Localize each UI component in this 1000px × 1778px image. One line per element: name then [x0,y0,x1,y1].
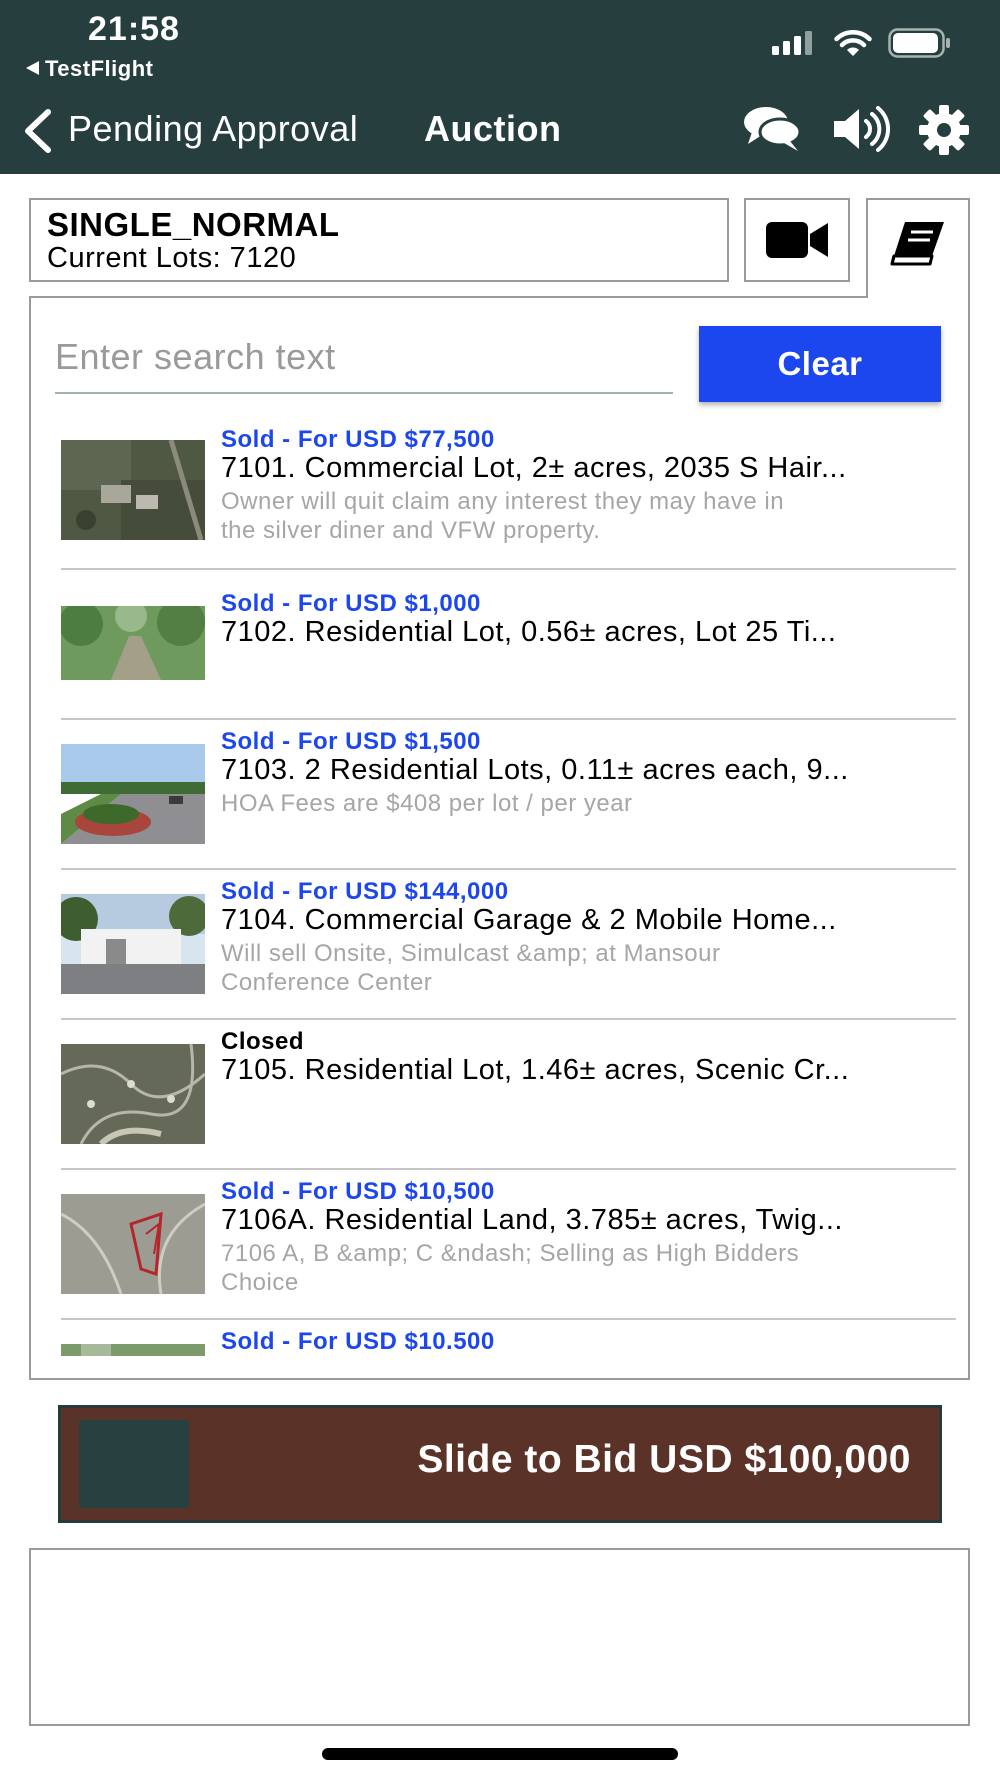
lot-status: Sold - For USD $10.500 [221,1328,495,1355]
catalog-tab[interactable] [866,198,970,298]
wifi-icon [834,29,872,56]
lot-description: Owner will quit claim any interest they … [221,487,951,545]
lot-description-line: Will sell Onsite, Simulcast &amp; at Man… [221,940,721,967]
slide-to-bid-label: Slide to Bid USD $100,000 [417,1438,911,1481]
slide-to-bid-bar[interactable]: Slide to Bid USD $100,000 [58,1405,942,1523]
lot-description-line: HOA Fees are $408 per lot / per year [221,790,633,817]
lot-title: 7104. Commercial Garage & 2 Mobile Home.… [221,904,837,936]
list-item[interactable]: Sold - For USD $10,500 7106A. Residentia… [61,1170,956,1320]
lot-status: Sold - For USD $1,500 [221,728,481,755]
top-bar: 21:58 TestFlight Pending Approval Auctio… [0,0,1000,174]
catalog-book-icon [890,222,944,266]
back-app-label: TestFlight [45,56,154,81]
lot-description: HOA Fees are $408 per lot / per year [221,789,951,818]
video-button[interactable] [744,198,850,282]
back-chevron-icon[interactable] [20,108,56,154]
search-input[interactable] [55,322,673,394]
current-lots-label: Current Lots: 7120 [47,242,297,274]
sale-info-box: SINGLE_NORMAL Current Lots: 7120 [29,198,729,282]
slide-handle[interactable] [79,1420,189,1508]
lot-description-line: 7106 A, B &amp; C &ndash; Selling as Hig… [221,1240,800,1267]
lot-status: Sold - For USD $1,000 [221,590,481,617]
list-item[interactable]: Sold - For USD $77,500 7101. Commercial … [61,420,956,570]
chat-icon[interactable] [742,104,802,154]
lot-title: 7101. Commercial Lot, 2± acres, 2035 S H… [221,452,847,484]
video-camera-icon [766,222,828,258]
lot-thumbnail [61,1044,205,1144]
lot-description-line: Conference Center [221,969,433,996]
lot-status: Sold - For USD $10,500 [221,1178,495,1205]
lot-thumbnail [61,606,205,680]
sale-name: SINGLE_NORMAL [47,206,340,243]
lot-title: 7106A. Residential Land, 3.785± acres, T… [221,1204,843,1236]
lot-description-line: Owner will quit claim any interest they … [221,488,785,515]
back-to-app-link[interactable]: TestFlight [26,56,153,82]
lot-title: 7102. Residential Lot, 0.56± acres, Lot … [221,616,837,648]
list-item[interactable]: Sold - For USD $1,500 7103. 2 Residentia… [61,720,956,870]
lot-description-line: Choice [221,1269,299,1296]
catalog-panel: Clear Sold - For USD $77,500 7101. Comme… [29,296,970,1380]
lot-thumbnail [61,440,205,540]
lot-description: 7106 A, B &amp; C &ndash; Selling as Hig… [221,1239,951,1297]
lot-title: 7105. Residential Lot, 1.46± acres, Scen… [221,1054,850,1086]
lot-thumbnail [61,894,205,994]
battery-icon [888,28,950,58]
back-button-pending-approval[interactable]: Pending Approval [68,108,358,150]
cellular-signal-icon [772,31,812,55]
list-item[interactable]: Sold - For USD $1,000 7102. Residential … [61,570,956,720]
lot-thumbnail [61,1344,205,1356]
lot-thumbnail [61,744,205,844]
back-arrow-small-icon [26,61,39,75]
lot-description-line: the silver diner and VFW property. [221,517,601,544]
lot-status: Sold - For USD $144,000 [221,878,509,905]
list-item[interactable]: Sold - For USD $144,000 7104. Commercial… [61,870,956,1020]
lot-thumbnail [61,1194,205,1294]
lot-list[interactable]: Sold - For USD $77,500 7101. Commercial … [61,420,956,1378]
lot-status: Closed [221,1028,305,1055]
page-title: Auction [424,108,562,149]
list-item[interactable]: Closed 7105. Residential Lot, 1.46± acre… [61,1020,956,1170]
system-icons [772,28,952,58]
lot-description: Will sell Onsite, Simulcast &amp; at Man… [221,939,951,997]
list-item[interactable]: Sold - For USD $10.500 [61,1320,956,1378]
gear-icon[interactable] [918,104,970,156]
message-area [29,1548,970,1726]
status-time: 21:58 [88,10,180,48]
speaker-icon[interactable] [832,104,890,154]
clear-button[interactable]: Clear [699,326,941,402]
lot-title: 7103. 2 Residential Lots, 0.11± acres ea… [221,754,849,786]
home-indicator[interactable] [322,1748,678,1760]
lot-status: Sold - For USD $77,500 [221,426,495,453]
